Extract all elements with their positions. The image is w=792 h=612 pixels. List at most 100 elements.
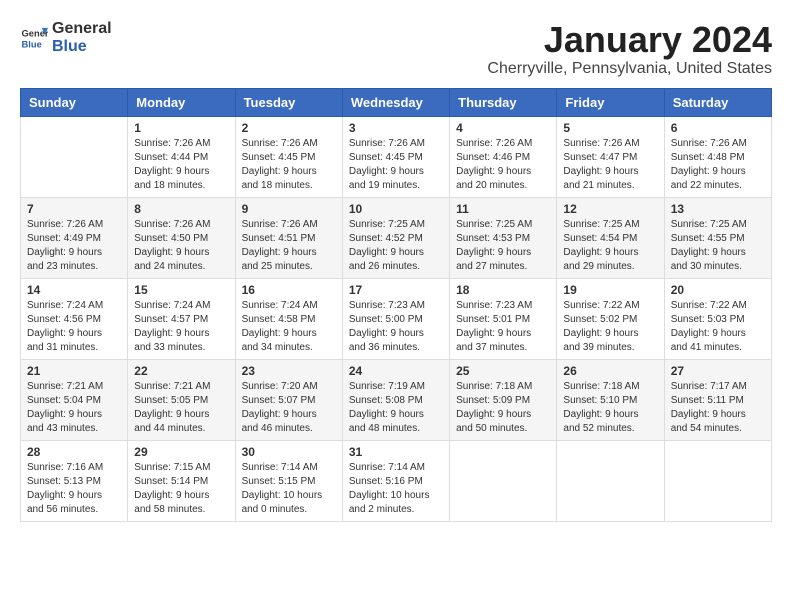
calendar-cell: 20Sunrise: 7:22 AM Sunset: 5:03 PM Dayli… <box>664 278 771 359</box>
day-number: 6 <box>671 121 765 135</box>
day-number: 25 <box>456 364 550 378</box>
calendar-cell <box>557 440 664 521</box>
calendar-cell: 16 Sunrise: 7:24 AM Sunset: 4:58 PM Dayli… <box>235 278 342 359</box>
day-number: 22 <box>134 364 228 378</box>
calendar-cell: 28Sunrise: 7:16 AM Sunset: 5:13 PM Dayli… <box>21 440 128 521</box>
day-info: Sunrise: 7:26 AM Sunset: 4:49 PM Dayligh… <box>27 218 121 274</box>
calendar-cell: 3Sunrise: 7:26 AM Sunset: 4:45 PM Daylig… <box>342 116 449 197</box>
day-number: 9 <box>242 202 336 216</box>
calendar-cell: 15 Sunrise: 7:24 AM Sunset: 4:57 PM Dayli… <box>128 278 235 359</box>
day-number: 13 <box>671 202 765 216</box>
calendar-cell: 10Sunrise: 7:25 AM Sunset: 4:52 PM Dayli… <box>342 197 449 278</box>
day-number: 4 <box>456 121 550 135</box>
calendar-cell <box>664 440 771 521</box>
day-header-thursday: Thursday <box>450 88 557 116</box>
header: General Blue General Blue January 2024 C… <box>20 20 772 78</box>
day-header-sunday: Sunday <box>21 88 128 116</box>
day-info: Sunrise: 7:26 AM Sunset: 4:45 PM Dayligh… <box>242 137 336 193</box>
day-info: Sunrise: 7:23 AM Sunset: 5:00 PM Dayligh… <box>349 299 443 355</box>
day-number: 17 <box>349 283 443 297</box>
day-info: Sunrise: 7:26 AM Sunset: 4:45 PM Dayligh… <box>349 137 443 193</box>
calendar-cell: 11 Sunrise: 7:25 AM Sunset: 4:53 PM Dayli… <box>450 197 557 278</box>
calendar-cell: 31 Sunrise: 7:14 AM Sunset: 5:16 PM Dayli… <box>342 440 449 521</box>
day-info: Sunrise: 7:26 AM Sunset: 4:50 PM Dayligh… <box>134 218 228 274</box>
calendar-cell: 2 Sunrise: 7:26 AM Sunset: 4:45 PM Daylig… <box>235 116 342 197</box>
day-number: 7 <box>27 202 121 216</box>
day-info: Sunrise: 7:18 AM Sunset: 5:10 PM Dayligh… <box>563 380 657 436</box>
day-number: 16 <box>242 283 336 297</box>
calendar-cell: 13 Sunrise: 7:25 AM Sunset: 4:55 PM Dayli… <box>664 197 771 278</box>
calendar-cell: 19 Sunrise: 7:22 AM Sunset: 5:02 PM Dayli… <box>557 278 664 359</box>
day-info: Sunrise: 7:14 AM Sunset: 5:16 PM Dayligh… <box>349 461 443 517</box>
day-info: Sunrise: 7:25 AM Sunset: 4:53 PM Dayligh… <box>456 218 550 274</box>
day-number: 2 <box>242 121 336 135</box>
week-row-5: 28Sunrise: 7:16 AM Sunset: 5:13 PM Dayli… <box>21 440 772 521</box>
svg-text:Blue: Blue <box>22 39 42 49</box>
day-info: Sunrise: 7:26 AM Sunset: 4:48 PM Dayligh… <box>671 137 765 193</box>
calendar-cell: 22 Sunrise: 7:21 AM Sunset: 5:05 PM Dayli… <box>128 359 235 440</box>
day-info: Sunrise: 7:24 AM Sunset: 4:57 PM Dayligh… <box>134 299 228 355</box>
day-number: 31 <box>349 445 443 459</box>
week-row-3: 14 Sunrise: 7:24 AM Sunset: 4:56 PM Dayli… <box>21 278 772 359</box>
day-info: Sunrise: 7:17 AM Sunset: 5:11 PM Dayligh… <box>671 380 765 436</box>
day-header-saturday: Saturday <box>664 88 771 116</box>
day-number: 8 <box>134 202 228 216</box>
logo-general-text: General <box>52 20 112 38</box>
calendar-cell <box>450 440 557 521</box>
day-number: 15 <box>134 283 228 297</box>
day-info: Sunrise: 7:25 AM Sunset: 4:55 PM Dayligh… <box>671 218 765 274</box>
day-number: 21 <box>27 364 121 378</box>
calendar-cell: 23 Sunrise: 7:20 AM Sunset: 5:07 PM Dayli… <box>235 359 342 440</box>
day-info: Sunrise: 7:26 AM Sunset: 4:44 PM Dayligh… <box>134 137 228 193</box>
day-info: Sunrise: 7:21 AM Sunset: 5:05 PM Dayligh… <box>134 380 228 436</box>
day-info: Sunrise: 7:20 AM Sunset: 5:07 PM Dayligh… <box>242 380 336 436</box>
day-number: 24 <box>349 364 443 378</box>
calendar-cell: 24 Sunrise: 7:19 AM Sunset: 5:08 PM Dayli… <box>342 359 449 440</box>
day-number: 23 <box>242 364 336 378</box>
day-number: 19 <box>563 283 657 297</box>
calendar-cell: 14 Sunrise: 7:24 AM Sunset: 4:56 PM Dayli… <box>21 278 128 359</box>
calendar-cell: 4 Sunrise: 7:26 AM Sunset: 4:46 PM Daylig… <box>450 116 557 197</box>
calendar-cell: 29Sunrise: 7:15 AM Sunset: 5:14 PM Dayli… <box>128 440 235 521</box>
calendar-cell: 21 Sunrise: 7:21 AM Sunset: 5:04 PM Dayli… <box>21 359 128 440</box>
calendar-cell: 8 Sunrise: 7:26 AM Sunset: 4:50 PM Daylig… <box>128 197 235 278</box>
day-number: 10 <box>349 202 443 216</box>
day-info: Sunrise: 7:26 AM Sunset: 4:47 PM Dayligh… <box>563 137 657 193</box>
day-info: Sunrise: 7:24 AM Sunset: 4:56 PM Dayligh… <box>27 299 121 355</box>
calendar-cell: 6 Sunrise: 7:26 AM Sunset: 4:48 PM Daylig… <box>664 116 771 197</box>
day-number: 11 <box>456 202 550 216</box>
day-header-tuesday: Tuesday <box>235 88 342 116</box>
day-info: Sunrise: 7:15 AM Sunset: 5:14 PM Dayligh… <box>134 461 228 517</box>
day-header-monday: Monday <box>128 88 235 116</box>
week-row-4: 21 Sunrise: 7:21 AM Sunset: 5:04 PM Dayli… <box>21 359 772 440</box>
day-header-wednesday: Wednesday <box>342 88 449 116</box>
day-info: Sunrise: 7:22 AM Sunset: 5:03 PM Dayligh… <box>671 299 765 355</box>
week-row-1: 1Sunrise: 7:26 AM Sunset: 4:44 PM Daylig… <box>21 116 772 197</box>
day-info: Sunrise: 7:16 AM Sunset: 5:13 PM Dayligh… <box>27 461 121 517</box>
day-number: 26 <box>563 364 657 378</box>
month-title: January 2024 <box>487 20 772 60</box>
day-number: 14 <box>27 283 121 297</box>
day-info: Sunrise: 7:22 AM Sunset: 5:02 PM Dayligh… <box>563 299 657 355</box>
logo: General Blue General Blue <box>20 20 112 55</box>
day-info: Sunrise: 7:21 AM Sunset: 5:04 PM Dayligh… <box>27 380 121 436</box>
calendar-cell: 27 Sunrise: 7:17 AM Sunset: 5:11 PM Dayli… <box>664 359 771 440</box>
day-info: Sunrise: 7:19 AM Sunset: 5:08 PM Dayligh… <box>349 380 443 436</box>
calendar-cell: 25Sunrise: 7:18 AM Sunset: 5:09 PM Dayli… <box>450 359 557 440</box>
calendar-cell: 1Sunrise: 7:26 AM Sunset: 4:44 PM Daylig… <box>128 116 235 197</box>
day-info: Sunrise: 7:26 AM Sunset: 4:46 PM Dayligh… <box>456 137 550 193</box>
calendar-cell: 5Sunrise: 7:26 AM Sunset: 4:47 PM Daylig… <box>557 116 664 197</box>
day-info: Sunrise: 7:24 AM Sunset: 4:58 PM Dayligh… <box>242 299 336 355</box>
calendar-cell: 9Sunrise: 7:26 AM Sunset: 4:51 PM Daylig… <box>235 197 342 278</box>
calendar-cell: 26 Sunrise: 7:18 AM Sunset: 5:10 PM Dayli… <box>557 359 664 440</box>
calendar-table: SundayMondayTuesdayWednesdayThursdayFrid… <box>20 88 772 522</box>
calendar-cell <box>21 116 128 197</box>
day-number: 27 <box>671 364 765 378</box>
day-info: Sunrise: 7:23 AM Sunset: 5:01 PM Dayligh… <box>456 299 550 355</box>
day-number: 30 <box>242 445 336 459</box>
day-number: 18 <box>456 283 550 297</box>
week-row-2: 7 Sunrise: 7:26 AM Sunset: 4:49 PM Daylig… <box>21 197 772 278</box>
day-info: Sunrise: 7:25 AM Sunset: 4:54 PM Dayligh… <box>563 218 657 274</box>
day-info: Sunrise: 7:14 AM Sunset: 5:15 PM Dayligh… <box>242 461 336 517</box>
calendar-cell: 17 Sunrise: 7:23 AM Sunset: 5:00 PM Dayli… <box>342 278 449 359</box>
